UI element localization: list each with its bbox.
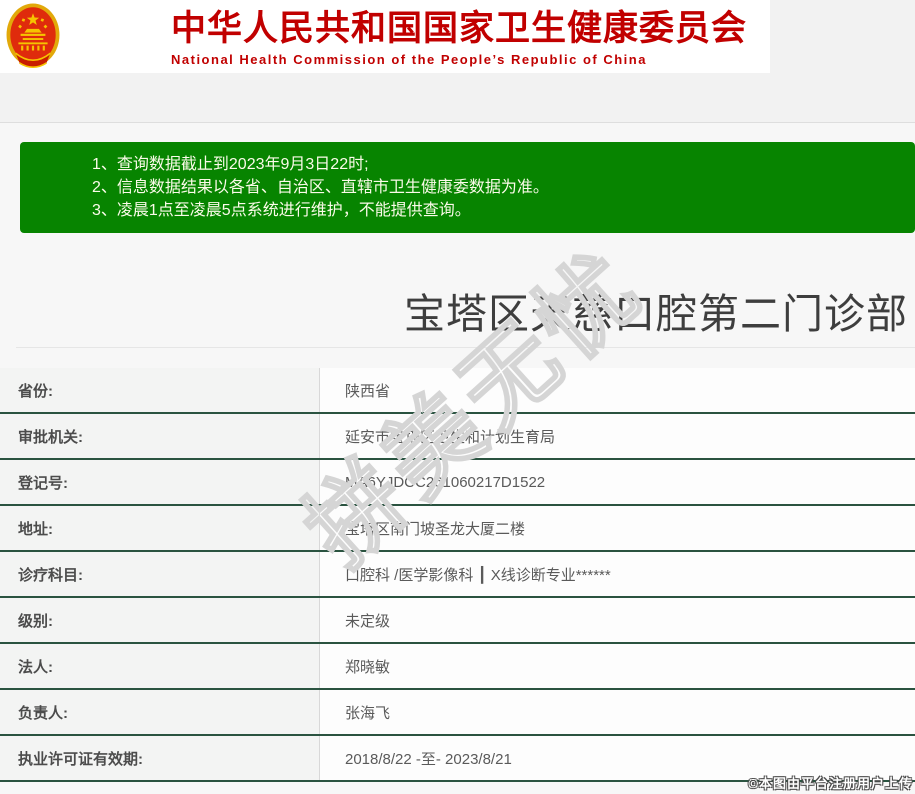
field-label: 执业许可证有效期:	[0, 736, 320, 780]
table-row-province: 省份: 陕西省	[0, 368, 915, 414]
upload-attribution-watermark: ©本图由平台注册用户上传	[748, 776, 913, 791]
field-label: 地址:	[0, 506, 320, 550]
table-row-legal-person: 法人: 郑晓敏	[0, 644, 915, 690]
title-divider	[16, 347, 915, 348]
field-label: 诊疗科目:	[0, 552, 320, 596]
table-row-approval-authority: 审批机关: 延安市宝塔区卫生和计划生育局	[0, 414, 915, 460]
field-value: 宝塔区南门坡圣龙大厦二楼	[320, 506, 915, 550]
site-header: 中华人民共和国国家卫生健康委员会 National Health Commiss…	[0, 0, 770, 73]
field-label: 级别:	[0, 598, 320, 642]
table-row-address: 地址: 宝塔区南门坡圣龙大厦二楼	[0, 506, 915, 552]
china-national-emblem-icon	[6, 2, 60, 72]
field-value: 陕西省	[320, 368, 915, 412]
table-row-level: 级别: 未定级	[0, 598, 915, 644]
site-title-zh: 中华人民共和国国家卫生健康委员会	[171, 9, 748, 48]
site-title-en: National Health Commission of the People…	[171, 52, 647, 67]
field-value: 郑晓敏	[320, 644, 915, 688]
table-row-registration-number: 登记号: MA6YJDCC261060217D1522	[0, 460, 915, 506]
field-value: 张海飞	[320, 690, 915, 734]
field-value: 未定级	[320, 598, 915, 642]
field-value: 口腔科 /医学影像科 ┃ X线诊断专业******	[320, 552, 915, 596]
notice-line-3: 3、凌晨1点至凌晨5点系统进行维护，不能提供查询。	[92, 202, 471, 219]
field-label: 审批机关:	[0, 414, 320, 458]
field-label: 登记号:	[0, 460, 320, 504]
table-row-person-in-charge: 负责人: 张海飞	[0, 690, 915, 736]
field-label: 法人:	[0, 644, 320, 688]
field-label: 省份:	[0, 368, 320, 412]
notice-line-2: 2、信息数据结果以各省、自治区、直辖市卫生健康委数据为准。	[92, 179, 549, 196]
field-label: 负责人:	[0, 690, 320, 734]
query-notice-box: 1、查询数据截止到2023年9月3日22时; 2、信息数据结果以各省、自治区、直…	[20, 142, 915, 233]
institution-info-table: 省份: 陕西省 审批机关: 延安市宝塔区卫生和计划生育局 登记号: MA6YJD…	[0, 368, 915, 782]
table-row-treatment-subjects: 诊疗科目: 口腔科 /医学影像科 ┃ X线诊断专业******	[0, 552, 915, 598]
notice-line-1: 1、查询数据截止到2023年9月3日22时;	[92, 156, 369, 173]
institution-name-title: 宝塔区天慈口腔第二门诊部	[404, 291, 908, 337]
header-titles: 中华人民共和国国家卫生健康委员会 National Health Commiss…	[171, 9, 747, 67]
field-value: MA6YJDCC261060217D1522	[320, 460, 915, 504]
field-value: 延安市宝塔区卫生和计划生育局	[320, 414, 915, 458]
